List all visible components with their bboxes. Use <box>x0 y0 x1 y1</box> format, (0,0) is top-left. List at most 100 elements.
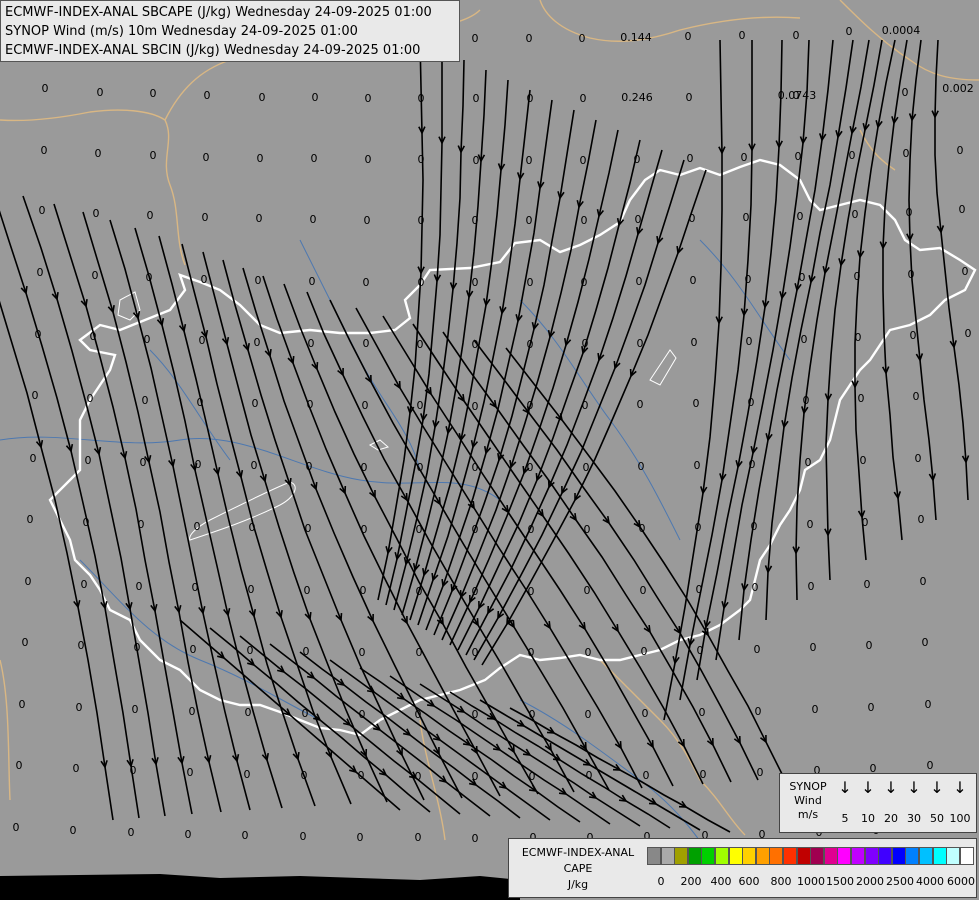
field-value: 0 <box>365 92 372 105</box>
field-value: 0 <box>201 273 208 286</box>
cape-color-swatch <box>796 847 811 865</box>
field-value: 0 <box>312 91 319 104</box>
synop-legend-value: 50 <box>930 812 944 825</box>
field-value: 0 <box>81 578 88 591</box>
field-value: 0 <box>358 769 365 782</box>
field-value: 0 <box>73 762 80 775</box>
field-value: 0 <box>699 706 706 719</box>
field-value: 0 <box>581 214 588 227</box>
field-value: 0 <box>635 213 642 226</box>
field-value: 0 <box>472 708 479 721</box>
field-value: 0 <box>309 275 316 288</box>
field-value: 0 <box>686 91 693 104</box>
field-value: 0 <box>360 584 367 597</box>
cape-tick-label: 4000 <box>916 875 944 888</box>
cape-color-swatch <box>715 847 729 865</box>
field-value: 0 <box>418 214 425 227</box>
field-value: 0 <box>854 270 861 283</box>
title-box: ECMWF-INDEX-ANAL SBCAPE (J/kg) Wednesday… <box>0 0 460 62</box>
field-value: 0 <box>858 392 865 405</box>
field-value: 0.0743 <box>778 89 817 102</box>
field-value: 0 <box>741 151 748 164</box>
synop-legend-title: SYNOP Wind m/s <box>784 780 832 822</box>
field-value: 0 <box>140 456 147 469</box>
cape-tick-label: 0 <box>657 875 665 888</box>
field-value: 0 <box>693 397 700 410</box>
field-value: 0 <box>418 276 425 289</box>
field-value: 0 <box>743 211 750 224</box>
field-value: 0 <box>78 639 85 652</box>
cape-color-swatch <box>687 847 702 865</box>
field-value: 0 <box>27 513 34 526</box>
cape-color-swatch <box>946 847 961 865</box>
field-value: 0 <box>138 518 145 531</box>
field-value: 0 <box>636 275 643 288</box>
field-value: 0 <box>259 91 266 104</box>
synop-legend-value: 20 <box>884 812 898 825</box>
field-value: 0 <box>473 92 480 105</box>
field-value: 0 <box>805 456 812 469</box>
field-value: 0 <box>310 213 317 226</box>
field-value: 0 <box>910 329 917 342</box>
field-value: 0 <box>695 521 702 534</box>
field-value: 0 <box>417 399 424 412</box>
field-value: 0 <box>752 581 759 594</box>
field-value: 0 <box>361 461 368 474</box>
field-value: 0 <box>528 585 535 598</box>
field-value: 0 <box>908 268 915 281</box>
field-value: 0 <box>416 646 423 659</box>
cape-color-swatch <box>864 847 879 865</box>
synop-legend-title-line: SYNOP <box>789 780 827 793</box>
field-value: 0 <box>472 32 479 45</box>
field-value: 0 <box>308 337 315 350</box>
field-value: 0 <box>255 274 262 287</box>
cape-legend-title-line: ECMWF-INDEX-ANAL <box>521 846 635 859</box>
field-value: 0 <box>187 766 194 779</box>
wind-arrow-icon: ↓ <box>930 778 944 797</box>
cape-color-swatch <box>647 847 661 865</box>
wind-arrow-icon: ↓ <box>953 778 967 797</box>
cape-tick-label: 1500 <box>826 875 854 888</box>
field-value: 0 <box>846 25 853 38</box>
field-value: 0.0004 <box>882 24 921 37</box>
field-value: 0 <box>582 399 589 412</box>
cape-tick-label: 2500 <box>886 875 914 888</box>
field-value: 0 <box>810 641 817 654</box>
field-value: 0 <box>417 461 424 474</box>
field-value: 0 <box>472 338 479 351</box>
field-value: 0 <box>417 338 424 351</box>
field-value: 0 <box>416 523 423 536</box>
field-value: 0 <box>197 396 204 409</box>
field-value: 0 <box>864 578 871 591</box>
field-value: 0 <box>745 273 752 286</box>
cape-color-swatch <box>769 847 784 865</box>
field-value: 0 <box>415 770 422 783</box>
title-cin: ECMWF-INDEX-ANAL SBCIN (J/kg) Wednesday … <box>5 43 421 58</box>
field-value: 0 <box>416 585 423 598</box>
cape-color-swatch <box>755 847 770 865</box>
field-value: 0 <box>793 29 800 42</box>
field-value: 0 <box>472 832 479 845</box>
field-value: 0 <box>808 580 815 593</box>
cape-tick-label: 400 <box>710 875 732 888</box>
field-value: 0 <box>959 203 966 216</box>
field-value: 0 <box>147 209 154 222</box>
field-value: 0 <box>903 147 910 160</box>
field-value: 0 <box>146 271 153 284</box>
title-synop-wind: SYNOP Wind (m/s) 10m Wednesday 24-09-202… <box>5 24 358 39</box>
field-value: 0 <box>528 646 535 659</box>
field-value: 0 <box>918 513 925 526</box>
field-value: 0 <box>25 575 32 588</box>
field-value: 0 <box>694 459 701 472</box>
field-value: 0 <box>739 29 746 42</box>
field-value: 0 <box>199 334 206 347</box>
cape-color-swatch <box>783 847 797 865</box>
cape-color-swatch <box>728 847 743 865</box>
field-value: 0 <box>852 208 859 221</box>
field-value: 0 <box>150 87 157 100</box>
field-value: 0 <box>638 460 645 473</box>
field-value: 0 <box>803 394 810 407</box>
field-value: 0 <box>22 636 29 649</box>
field-value: 0 <box>472 276 479 289</box>
synop-legend-value: 10 <box>861 812 875 825</box>
